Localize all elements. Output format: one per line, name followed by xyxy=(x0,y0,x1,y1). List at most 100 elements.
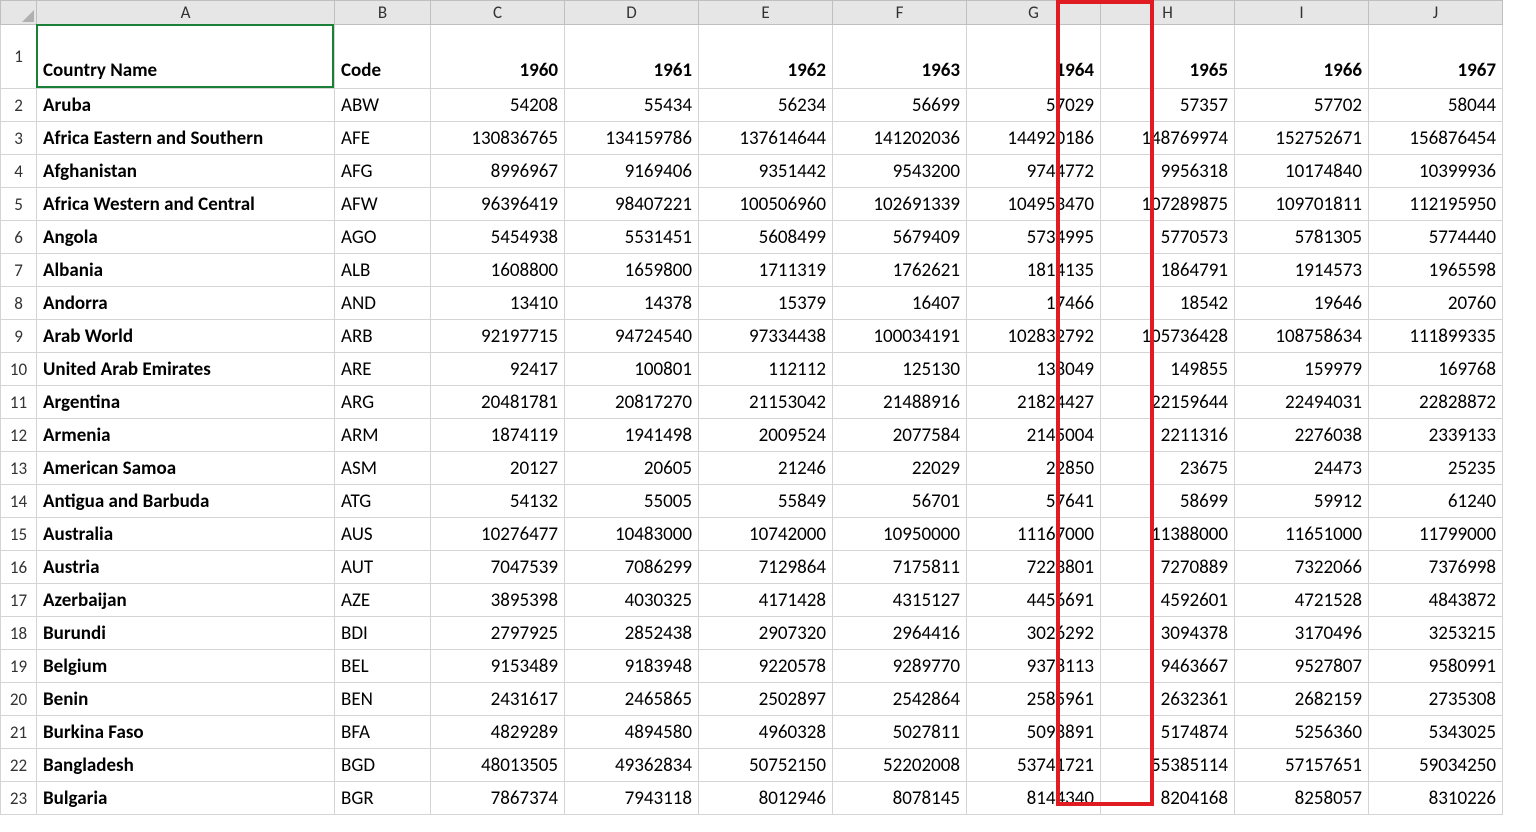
cell-C16[interactable]: 7047539 xyxy=(431,551,565,584)
cell-H1[interactable]: 1965 xyxy=(1101,25,1235,89)
table-row[interactable]: 17AzerbaijanAZE3895398403032541714284315… xyxy=(1,584,1503,617)
table-row[interactable]: 20BeninBEN243161724658652502897254286425… xyxy=(1,683,1503,716)
cell-I4[interactable]: 10174840 xyxy=(1235,155,1369,188)
cell-H4[interactable]: 9956318 xyxy=(1101,155,1235,188)
cell-A12[interactable]: Armenia xyxy=(37,419,335,452)
table-row[interactable]: 15AustraliaAUS10276477104830001074200010… xyxy=(1,518,1503,551)
table-row[interactable]: 11ArgentinaARG20481781208172702115304221… xyxy=(1,386,1503,419)
cell-J9[interactable]: 111899335 xyxy=(1369,320,1503,353)
cell-H19[interactable]: 9463667 xyxy=(1101,650,1235,683)
cell-E17[interactable]: 4171428 xyxy=(699,584,833,617)
cell-J18[interactable]: 3253215 xyxy=(1369,617,1503,650)
cell-F13[interactable]: 22029 xyxy=(833,452,967,485)
cell-G8[interactable]: 17466 xyxy=(967,287,1101,320)
cell-I14[interactable]: 59912 xyxy=(1235,485,1369,518)
cell-F6[interactable]: 5679409 xyxy=(833,221,967,254)
cell-G15[interactable]: 11167000 xyxy=(967,518,1101,551)
cell-I5[interactable]: 109701811 xyxy=(1235,188,1369,221)
cell-J19[interactable]: 9580991 xyxy=(1369,650,1503,683)
cell-J3[interactable]: 156876454 xyxy=(1369,122,1503,155)
cell-B3[interactable]: AFE xyxy=(335,122,431,155)
cell-F5[interactable]: 102691339 xyxy=(833,188,967,221)
cell-A18[interactable]: Burundi xyxy=(37,617,335,650)
cell-G3[interactable]: 144920186 xyxy=(967,122,1101,155)
cell-I21[interactable]: 5256360 xyxy=(1235,716,1369,749)
cell-H5[interactable]: 107289875 xyxy=(1101,188,1235,221)
cell-C9[interactable]: 92197715 xyxy=(431,320,565,353)
table-row[interactable]: 3Africa Eastern and SouthernAFE130836765… xyxy=(1,122,1503,155)
col-header-E[interactable]: E xyxy=(699,1,833,25)
table-row[interactable]: 18BurundiBDI2797925285243829073202964416… xyxy=(1,617,1503,650)
row-header-16[interactable]: 16 xyxy=(1,551,37,584)
cell-C10[interactable]: 92417 xyxy=(431,353,565,386)
cell-A22[interactable]: Bangladesh xyxy=(37,749,335,782)
cell-E3[interactable]: 137614644 xyxy=(699,122,833,155)
cell-J8[interactable]: 20760 xyxy=(1369,287,1503,320)
cell-J6[interactable]: 5774440 xyxy=(1369,221,1503,254)
cell-G14[interactable]: 57641 xyxy=(967,485,1101,518)
cell-C8[interactable]: 13410 xyxy=(431,287,565,320)
cell-I6[interactable]: 5781305 xyxy=(1235,221,1369,254)
cell-D2[interactable]: 55434 xyxy=(565,89,699,122)
cell-E8[interactable]: 15379 xyxy=(699,287,833,320)
cell-I23[interactable]: 8258057 xyxy=(1235,782,1369,815)
cell-F3[interactable]: 141202036 xyxy=(833,122,967,155)
cell-E15[interactable]: 10742000 xyxy=(699,518,833,551)
table-row[interactable]: 7AlbaniaALB16088001659800171131917626211… xyxy=(1,254,1503,287)
col-header-B[interactable]: B xyxy=(335,1,431,25)
cell-G4[interactable]: 9744772 xyxy=(967,155,1101,188)
table-row[interactable]: 6AngolaAGO545493855314515608499567940957… xyxy=(1,221,1503,254)
cell-F19[interactable]: 9289770 xyxy=(833,650,967,683)
cell-C21[interactable]: 4829289 xyxy=(431,716,565,749)
cell-B14[interactable]: ATG xyxy=(335,485,431,518)
cell-J4[interactable]: 10399936 xyxy=(1369,155,1503,188)
cell-A11[interactable]: Argentina xyxy=(37,386,335,419)
cell-J23[interactable]: 8310226 xyxy=(1369,782,1503,815)
cell-H18[interactable]: 3094378 xyxy=(1101,617,1235,650)
cell-B2[interactable]: ABW xyxy=(335,89,431,122)
cell-F8[interactable]: 16407 xyxy=(833,287,967,320)
cell-G7[interactable]: 1814135 xyxy=(967,254,1101,287)
cell-D10[interactable]: 100801 xyxy=(565,353,699,386)
cell-F1[interactable]: 1963 xyxy=(833,25,967,89)
cell-H17[interactable]: 4592601 xyxy=(1101,584,1235,617)
cell-E11[interactable]: 21153042 xyxy=(699,386,833,419)
cell-D20[interactable]: 2465865 xyxy=(565,683,699,716)
cell-F21[interactable]: 5027811 xyxy=(833,716,967,749)
cell-A16[interactable]: Austria xyxy=(37,551,335,584)
cell-J5[interactable]: 112195950 xyxy=(1369,188,1503,221)
cell-E7[interactable]: 1711319 xyxy=(699,254,833,287)
table-row[interactable]: 2ArubaABW5420855434562345669957029573575… xyxy=(1,89,1503,122)
cell-G13[interactable]: 22850 xyxy=(967,452,1101,485)
cell-G22[interactable]: 53741721 xyxy=(967,749,1101,782)
cell-I16[interactable]: 7322066 xyxy=(1235,551,1369,584)
cell-B8[interactable]: AND xyxy=(335,287,431,320)
cell-A5[interactable]: Africa Western and Central xyxy=(37,188,335,221)
cell-E19[interactable]: 9220578 xyxy=(699,650,833,683)
cell-E16[interactable]: 7129864 xyxy=(699,551,833,584)
cell-B9[interactable]: ARB xyxy=(335,320,431,353)
cell-A21[interactable]: Burkina Faso xyxy=(37,716,335,749)
cell-B17[interactable]: AZE xyxy=(335,584,431,617)
cell-J22[interactable]: 59034250 xyxy=(1369,749,1503,782)
cell-F18[interactable]: 2964416 xyxy=(833,617,967,650)
cell-B11[interactable]: ARG xyxy=(335,386,431,419)
cell-A8[interactable]: Andorra xyxy=(37,287,335,320)
cell-J21[interactable]: 5343025 xyxy=(1369,716,1503,749)
cell-E6[interactable]: 5608499 xyxy=(699,221,833,254)
cell-G1[interactable]: 1964 xyxy=(967,25,1101,89)
row-header-18[interactable]: 18 xyxy=(1,617,37,650)
cell-A15[interactable]: Australia xyxy=(37,518,335,551)
cell-D12[interactable]: 1941498 xyxy=(565,419,699,452)
cell-I10[interactable]: 159979 xyxy=(1235,353,1369,386)
row-header-10[interactable]: 10 xyxy=(1,353,37,386)
col-header-I[interactable]: I xyxy=(1235,1,1369,25)
table-row[interactable]: 5Africa Western and CentralAFW9639641998… xyxy=(1,188,1503,221)
cell-D17[interactable]: 4030325 xyxy=(565,584,699,617)
cell-F10[interactable]: 125130 xyxy=(833,353,967,386)
cell-C5[interactable]: 96396419 xyxy=(431,188,565,221)
cell-E14[interactable]: 55849 xyxy=(699,485,833,518)
cell-B10[interactable]: ARE xyxy=(335,353,431,386)
row-header-3[interactable]: 3 xyxy=(1,122,37,155)
cell-I13[interactable]: 24473 xyxy=(1235,452,1369,485)
